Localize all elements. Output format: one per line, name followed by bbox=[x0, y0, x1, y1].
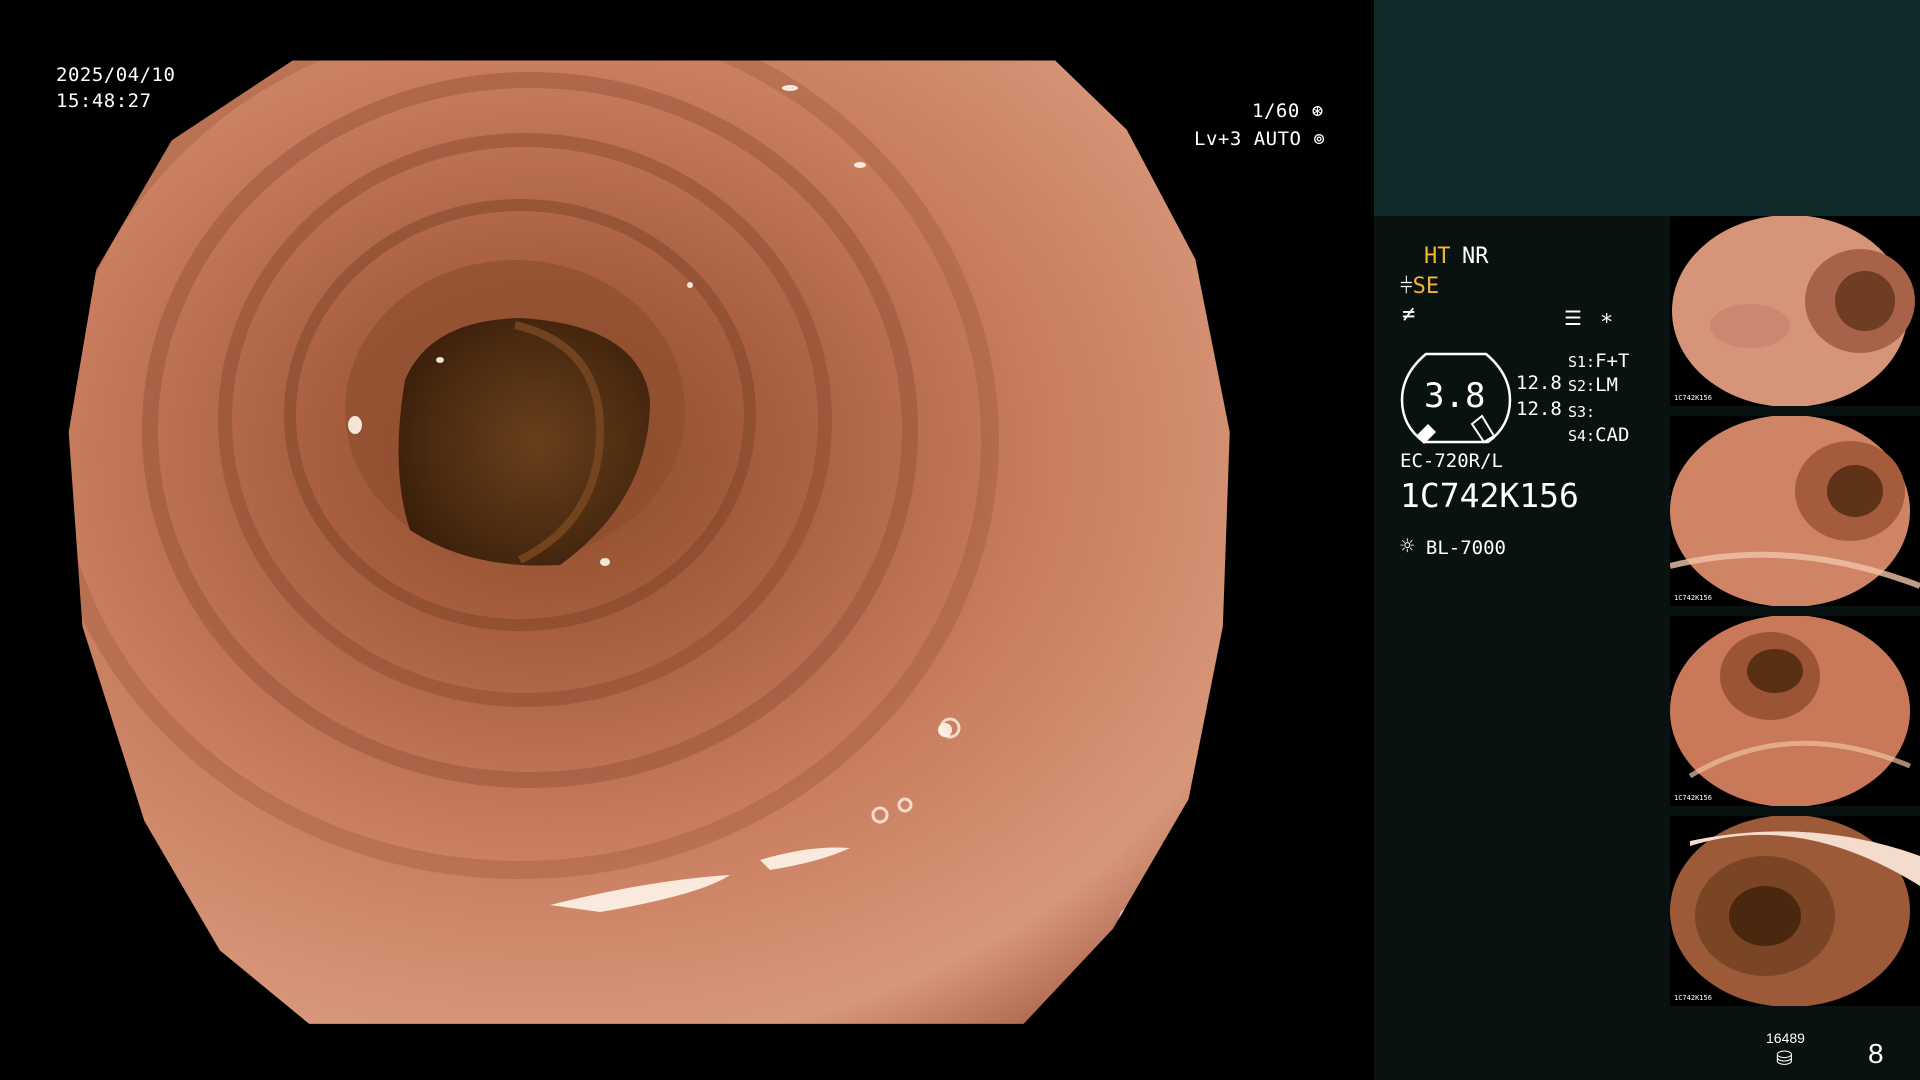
s1-value: F+T bbox=[1595, 350, 1630, 372]
endoscopic-image bbox=[68, 60, 1230, 1024]
gauge-value: 3.8 bbox=[1424, 376, 1486, 416]
gauge-side-value-1: 12.8 bbox=[1516, 372, 1562, 394]
thumbnail-image-2 bbox=[1670, 416, 1920, 606]
shutter-label: 1/60 bbox=[1252, 100, 1300, 122]
freeze-icon: ≠ bbox=[1402, 302, 1416, 327]
scope-serial: 1C742K156 bbox=[1400, 476, 1579, 515]
gauge-side-value-2: 12.8 bbox=[1516, 398, 1562, 420]
auto-iris-icon: ⊚ bbox=[1313, 128, 1326, 150]
s2-value: LM bbox=[1595, 374, 1618, 396]
nr-label: NR bbox=[1462, 244, 1489, 269]
enhance-row: ⫩SE bbox=[1400, 274, 1439, 299]
light-source-label: BL-7000 bbox=[1425, 537, 1506, 559]
light-level-label: Lv+3 AUTO bbox=[1194, 128, 1302, 150]
thumbnail-image-1 bbox=[1672, 216, 1915, 406]
shutter-icon: ⊛ bbox=[1311, 100, 1324, 122]
ht-label: HT bbox=[1424, 244, 1451, 269]
light-source: ☼ BL-7000 bbox=[1400, 532, 1506, 560]
s4-label: S4: bbox=[1568, 427, 1596, 445]
scope-model: EC-720R/L bbox=[1400, 450, 1503, 472]
image-count: 8 bbox=[1868, 1038, 1884, 1069]
switch-s2: S2:LM bbox=[1568, 374, 1618, 396]
thumbnail-image-3 bbox=[1670, 616, 1911, 806]
storage-icon: ⛁ bbox=[1776, 1046, 1793, 1070]
s4-value: CAD bbox=[1595, 424, 1630, 446]
thumbnail-4[interactable]: 1C742K156 bbox=[1670, 816, 1920, 1006]
s1-label: S1: bbox=[1568, 353, 1596, 371]
switch-s1: S1:F+T bbox=[1568, 350, 1629, 372]
time-label: 15:48:27 bbox=[56, 90, 152, 112]
endoscope-view: 2025/04/10 15:48:27 1/60 ⊛ Lv+3 AUTO ⊚ bbox=[0, 0, 1374, 1080]
switch-s4: S4:CAD bbox=[1568, 424, 1629, 446]
se-label: SE bbox=[1412, 274, 1440, 299]
s3-label: S3: bbox=[1568, 403, 1596, 421]
panel-header-area bbox=[1374, 0, 1920, 216]
date-label: 2025/04/10 bbox=[56, 64, 176, 86]
info-panel: HT NR ⫩SE ≠ ☰ ∗ 3.8 12.8 12.8 S1:F+T S2:… bbox=[1374, 0, 1920, 1080]
thumbnail-1[interactable]: 1C742K156 bbox=[1670, 216, 1920, 406]
memory-icon: ☰ bbox=[1564, 306, 1582, 330]
switch-s3: S3: bbox=[1568, 400, 1595, 422]
s2-label: S2: bbox=[1568, 377, 1596, 395]
light-level-readout: Lv+3 AUTO ⊚ bbox=[1194, 126, 1325, 152]
thumbnail-2[interactable]: 1C742K156 bbox=[1670, 416, 1920, 606]
thumbnail-4-caption: 1C742K156 bbox=[1674, 994, 1712, 1002]
thumbnail-3[interactable]: 1C742K156 bbox=[1670, 616, 1920, 806]
light-source-icon: ☼ bbox=[1400, 532, 1415, 560]
thumbnail-3-caption: 1C742K156 bbox=[1674, 794, 1712, 802]
colon-lumen-image bbox=[68, 60, 1230, 1024]
enhance-icon: ⫩ bbox=[1400, 274, 1413, 299]
storage-count: 16489 bbox=[1766, 1030, 1805, 1046]
thumbnail-2-caption: 1C742K156 bbox=[1674, 594, 1712, 602]
star-icon: ∗ bbox=[1600, 306, 1614, 331]
thumbnail-image-4 bbox=[1670, 816, 1920, 1006]
shutter-readout: 1/60 ⊛ bbox=[1252, 98, 1324, 124]
thumbnail-1-caption: 1C742K156 bbox=[1674, 394, 1712, 402]
